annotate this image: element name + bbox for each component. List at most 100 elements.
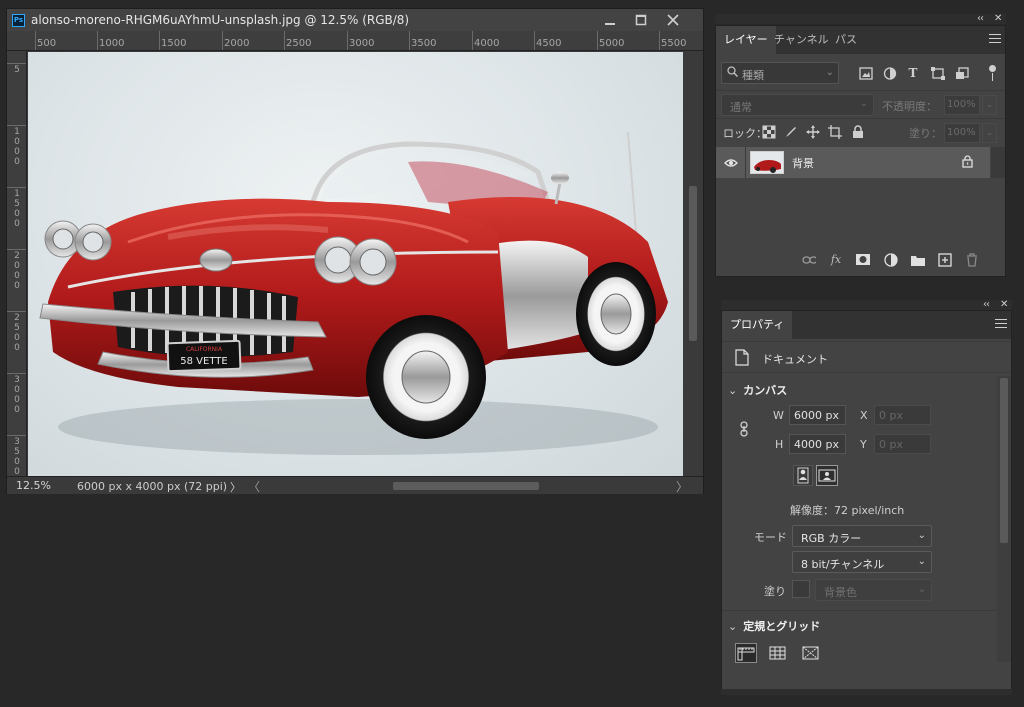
chevron-down-icon: ⌄ (917, 530, 926, 541)
chevron-down-icon: ⌄ (728, 620, 738, 633)
close-button[interactable] (658, 11, 688, 29)
link-icon[interactable] (802, 253, 816, 267)
layer-row-background[interactable]: 背景 (716, 147, 990, 178)
fill-dropdown-icon[interactable]: ⌄ (982, 123, 997, 143)
document-window: Ps alonso-moreno-RHGM6uAYhmU-unsplash.jp… (6, 8, 704, 494)
status-menu-arrow[interactable]: 〉 (230, 479, 241, 495)
properties-scrollbar[interactable] (997, 376, 1011, 662)
ruler-label: 3500 (14, 437, 20, 476)
vertical-scrollbar-thumb[interactable] (689, 186, 697, 341)
properties-scrollbar-thumb[interactable] (1000, 378, 1008, 543)
new-layer-icon[interactable] (938, 253, 952, 267)
ruler-label: 3500 (411, 38, 437, 49)
resolution-text: 解像度：72 pixel/inch (790, 504, 905, 517)
layers-scrollbar[interactable] (991, 147, 1005, 178)
maximize-icon (635, 14, 647, 26)
width-label: W (773, 409, 784, 422)
rulers-grids-section-header[interactable]: ⌄ 定規とグリッド (728, 618, 820, 634)
adjustment-icon[interactable] (884, 253, 898, 267)
document-titlebar[interactable]: Ps alonso-moreno-RHGM6uAYhmU-unsplash.jp… (7, 9, 703, 31)
plate-text: 58 VETTE (180, 356, 227, 367)
canvas-image[interactable]: CALIFORNIA 58 VETTE (28, 52, 683, 476)
layer-name[interactable]: 背景 (792, 155, 814, 171)
type-filter-icon[interactable]: T (906, 67, 920, 80)
ruler-label: 1000 (99, 38, 125, 49)
pixel-grid-icon[interactable] (800, 643, 822, 663)
close-panel-icon[interactable]: ✕ (994, 13, 1002, 24)
zoom-level[interactable]: 12.5% (16, 479, 51, 492)
shape-filter-icon[interactable] (931, 67, 945, 80)
portrait-orientation-button[interactable] (793, 465, 813, 486)
ruler-label: 4500 (536, 38, 562, 49)
ruler-label: 2500 (14, 313, 20, 353)
layer-lock-icon[interactable] (962, 155, 973, 168)
y-field[interactable]: 0 px (874, 434, 931, 454)
eye-icon (724, 159, 738, 167)
scroll-right-arrow[interactable]: 〉 (676, 478, 688, 495)
ruler-label: 5500 (661, 38, 687, 49)
y-label: Y (860, 438, 867, 451)
lock-image-pixels-icon[interactable] (784, 125, 798, 139)
opacity-field[interactable]: 100% (944, 95, 980, 115)
layer-kind-filter[interactable]: 種類 ⌄ (721, 62, 839, 84)
scroll-left-arrow[interactable]: 〈 (248, 478, 260, 495)
lock-row: ロック： 塗り： 100% ⌄ (716, 118, 1005, 146)
layers-panel-grip[interactable]: ‹‹ ✕ (715, 13, 1006, 24)
vertical-scrollbar[interactable] (683, 52, 703, 476)
ruler-icon[interactable] (735, 643, 757, 663)
ruler-label: 500 (37, 38, 57, 49)
maximize-button[interactable] (626, 11, 656, 29)
collapse-icon[interactable]: ‹‹ (983, 299, 990, 310)
image-filter-icon[interactable] (859, 67, 873, 80)
landscape-orientation-button[interactable] (816, 465, 838, 486)
ruler-label: 5 (14, 65, 20, 75)
opacity-dropdown-icon[interactable]: ⌄ (982, 95, 997, 115)
tab-properties[interactable]: プロパティ (722, 311, 793, 339)
collapse-icon[interactable]: ‹‹ (977, 13, 984, 24)
panel-menu-icon[interactable] (989, 34, 1001, 46)
visibility-toggle[interactable] (716, 147, 746, 178)
bit-depth-value: 8 bit/チャンネル (801, 558, 885, 571)
color-mode-select[interactable]: RGB カラー ⌄ (792, 525, 932, 547)
lock-all-icon[interactable] (851, 125, 865, 139)
status-bar: 12.5% 6000 px x 4000 px (72 ppi) 〉 〈 〉 (7, 476, 703, 494)
x-field[interactable]: 0 px (874, 405, 931, 425)
opacity-label: 不透明度： (882, 100, 937, 113)
horizontal-scrollbar-thumb[interactable] (393, 482, 539, 490)
fill-color-swatch[interactable] (792, 580, 810, 598)
filter-kind-label: 種類 (742, 69, 764, 82)
properties-panel-grip[interactable]: ‹‹ ✕ (721, 299, 1012, 310)
properties-panel: プロパティ ドキュメント ⌄ カンバス W 6000 px X 0 px H 40… (721, 310, 1012, 690)
fill-select[interactable]: 背景色 ⌄ (815, 579, 932, 601)
fill-field[interactable]: 100% (944, 123, 980, 143)
fx-icon[interactable]: fx (829, 253, 843, 267)
fill-value: 背景色 (824, 586, 857, 599)
vertical-ruler[interactable]: 5 1000 1500 2000 2500 3000 3500 (7, 51, 27, 476)
landscape-icon (818, 469, 836, 482)
properties-resize-handle[interactable] (721, 689, 1012, 695)
tab-paths[interactable]: パス (827, 26, 865, 54)
smart-object-filter-icon[interactable] (955, 67, 969, 80)
properties-tabs: プロパティ (722, 311, 1011, 339)
blend-mode-value: 通常 (730, 101, 752, 114)
width-field[interactable]: 6000 px (789, 405, 846, 425)
mask-icon[interactable] (856, 253, 870, 267)
folder-icon[interactable] (911, 253, 925, 267)
adjustment-filter-icon[interactable] (883, 67, 897, 80)
lock-position-icon[interactable] (806, 125, 820, 139)
height-field[interactable]: 4000 px (789, 434, 846, 454)
grid-icon[interactable] (767, 643, 789, 663)
canvas-section-header[interactable]: ⌄ カンバス (728, 382, 787, 398)
trash-icon[interactable] (965, 253, 979, 267)
chevron-down-icon: ⌄ (859, 98, 868, 109)
close-panel-icon[interactable]: ✕ (1000, 299, 1008, 310)
horizontal-ruler[interactable]: 500 1000 1500 2000 2500 3000 3500 4000 4… (7, 31, 703, 51)
blend-mode-select[interactable]: 通常 ⌄ (721, 94, 874, 116)
link-dimensions-icon[interactable] (739, 421, 749, 437)
minimize-button[interactable] (595, 11, 625, 29)
lock-transparent-pixels-icon[interactable] (762, 125, 776, 139)
bit-depth-select[interactable]: 8 bit/チャンネル ⌄ (792, 551, 932, 573)
lock-artboard-icon[interactable] (828, 125, 842, 139)
panel-menu-icon[interactable] (995, 319, 1007, 331)
filter-toggle-icon[interactable] (989, 65, 996, 72)
